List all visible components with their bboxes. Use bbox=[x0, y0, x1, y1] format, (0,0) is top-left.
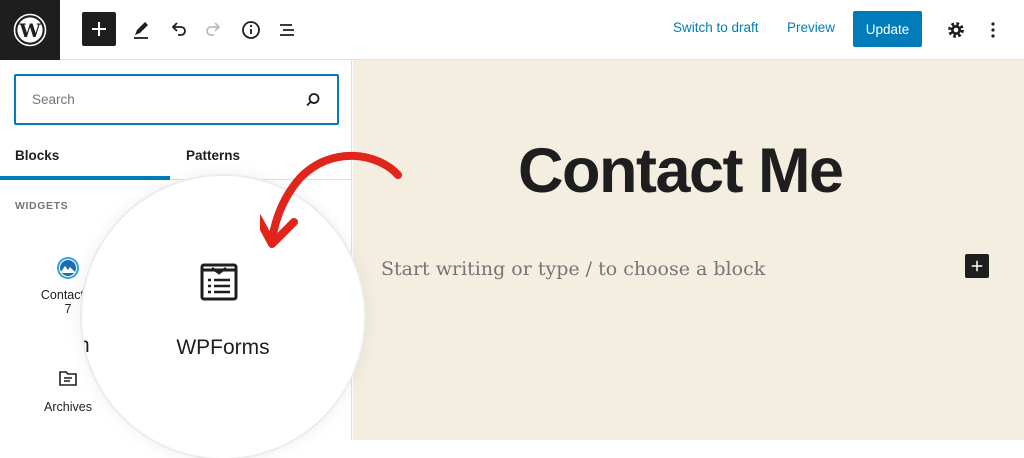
zoom-callout: n WPForms bbox=[82, 176, 364, 458]
wpforms-icon bbox=[200, 263, 238, 301]
update-button[interactable]: Update bbox=[853, 11, 922, 47]
settings-button[interactable] bbox=[938, 12, 974, 48]
inline-add-block-button[interactable] bbox=[965, 254, 989, 278]
wordpress-icon: W bbox=[13, 13, 47, 47]
widgets-section-label: WIDGETS bbox=[15, 200, 69, 212]
block-label: Archives bbox=[44, 400, 92, 414]
tab-patterns[interactable]: Patterns bbox=[186, 148, 240, 163]
plus-icon bbox=[92, 22, 106, 36]
details-button[interactable] bbox=[233, 12, 269, 48]
wpforms-block-label[interactable]: WPForms bbox=[82, 336, 364, 360]
tab-blocks[interactable]: Blocks bbox=[15, 148, 59, 163]
contact-form-7-icon bbox=[57, 257, 79, 279]
undo-button[interactable] bbox=[160, 12, 196, 48]
pencil-icon bbox=[134, 22, 148, 39]
page-title[interactable]: Contact Me bbox=[518, 135, 844, 207]
search-placeholder: Search bbox=[32, 92, 75, 107]
archive-folder-icon bbox=[59, 371, 77, 386]
plus-icon bbox=[971, 260, 983, 272]
list-view-button[interactable] bbox=[269, 12, 305, 48]
editor-canvas[interactable]: Contact Me Start writing or type / to ch… bbox=[353, 60, 1024, 440]
undo-icon bbox=[171, 22, 186, 36]
redo-icon bbox=[206, 22, 221, 36]
editor-top-bar: W Switch to draft Preview Update bbox=[0, 0, 1024, 60]
tools-button[interactable] bbox=[123, 12, 159, 48]
more-vertical-icon bbox=[991, 22, 995, 38]
search-icon bbox=[306, 93, 320, 107]
svg-text:W: W bbox=[18, 20, 41, 42]
preview-button[interactable]: Preview bbox=[787, 20, 835, 35]
switch-to-draft-button[interactable]: Switch to draft bbox=[673, 20, 759, 35]
redo-button[interactable] bbox=[196, 12, 232, 48]
options-button[interactable] bbox=[975, 12, 1011, 48]
block-placeholder-paragraph[interactable]: Start writing or type / to choose a bloc… bbox=[381, 258, 765, 280]
active-tab-indicator bbox=[0, 176, 170, 180]
block-search-input[interactable]: Search bbox=[14, 74, 339, 125]
wordpress-logo-button[interactable]: W bbox=[0, 0, 60, 60]
list-view-icon bbox=[280, 24, 294, 36]
info-icon bbox=[242, 21, 260, 39]
gear-icon bbox=[948, 22, 964, 38]
add-block-button[interactable] bbox=[82, 12, 116, 46]
